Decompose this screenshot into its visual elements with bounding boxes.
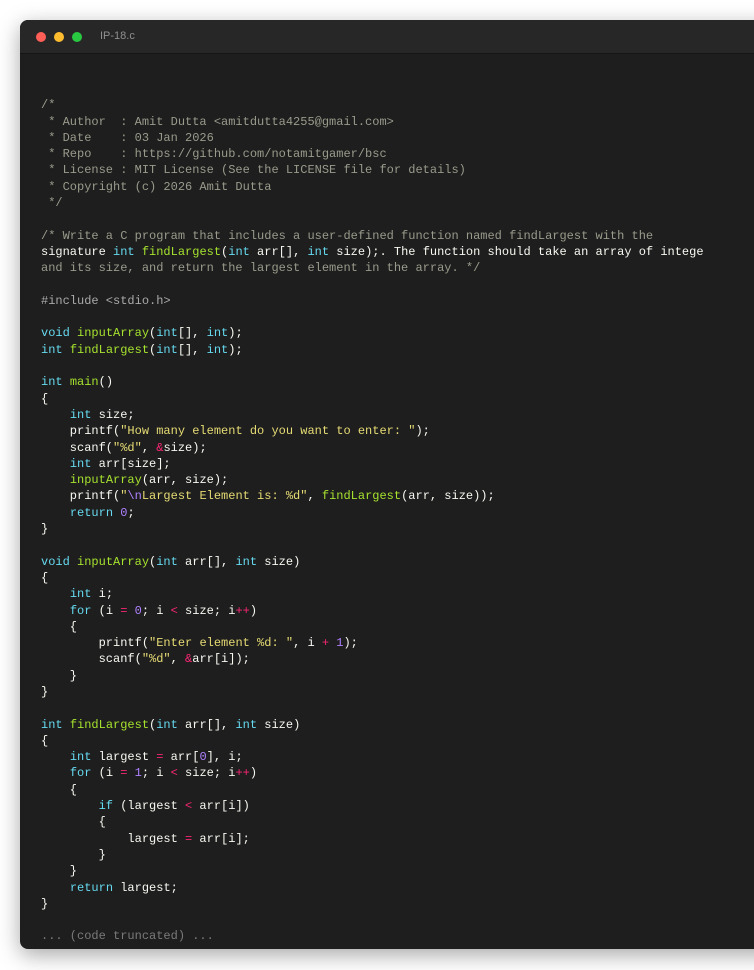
- title-bar: IP-18.c: [20, 20, 754, 54]
- code-line: * License : MIT License (See the LICENSE…: [41, 163, 466, 178]
- minimize-dot-icon[interactable]: [54, 32, 64, 42]
- code-line: return largest;: [69, 880, 178, 895]
- code-line: int largest = arr[0], i;: [69, 750, 243, 765]
- code-line: }: [41, 847, 106, 862]
- code-line: void inputArray(int arr[], int size): [41, 554, 301, 569]
- code-line: and its size, and return the largest ele…: [41, 261, 481, 276]
- close-dot-icon[interactable]: [36, 32, 46, 42]
- code-line: }: [41, 896, 49, 911]
- code-line: * Author : Amit Dutta <amitdutta4255@gma…: [41, 114, 394, 129]
- code-line: void inputArray(int[], int);: [41, 326, 243, 341]
- code-line: }: [41, 668, 78, 683]
- code-line: {: [41, 391, 49, 406]
- code-line: signature int findLargest(int arr[], int…: [41, 244, 704, 259]
- code-line: }: [41, 522, 49, 537]
- code-line: int i;: [69, 587, 114, 602]
- code-line: printf("Enter element %d: ", i + 1);: [41, 636, 358, 651]
- code-line: }: [41, 684, 49, 699]
- code-line: int arr[size];: [69, 456, 171, 471]
- code-line: {: [41, 619, 78, 634]
- code-line: scanf("%d", &size);: [41, 440, 207, 455]
- code-block: /* * Author : Amit Dutta <amitdutta4255@…: [41, 81, 704, 945]
- code-line: }: [41, 864, 78, 879]
- code-line: /*: [41, 98, 56, 113]
- code-line: ... (code truncated) ...: [41, 929, 214, 944]
- code-line: largest = arr[i];: [41, 831, 250, 846]
- code-line: /* Write a C program that includes a use…: [41, 228, 654, 243]
- code-line: int size;: [69, 407, 135, 422]
- code-line: {: [41, 815, 106, 830]
- code-line: {: [41, 782, 78, 797]
- code-line: int main(): [41, 375, 114, 390]
- code-line: {: [41, 733, 49, 748]
- code-line: if (largest < arr[i]): [98, 799, 250, 814]
- code-window: IP-18.c /* * Author : Amit Dutta <amitdu…: [20, 20, 754, 949]
- code-line: * Copyright (c) 2026 Amit Dutta: [41, 179, 272, 194]
- code-line: #include <stdio.h>: [41, 293, 171, 308]
- code-line: printf("\nLargest Element is: %d", findL…: [41, 489, 495, 504]
- code-line: {: [41, 570, 49, 585]
- code-line: * Repo : https://github.com/notamitgamer…: [41, 147, 387, 162]
- code-line: for (i = 1; i < size; i++): [69, 766, 258, 781]
- code-line: scanf("%d", &arr[i]);: [41, 652, 250, 667]
- code-line: * Date : 03 Jan 2026: [41, 130, 214, 145]
- window-title: IP-18.c: [100, 30, 135, 42]
- code-line: printf("How many element do you want to …: [41, 424, 430, 439]
- zoom-dot-icon[interactable]: [72, 32, 82, 42]
- code-line: */: [41, 196, 63, 211]
- code-line: return 0;: [69, 505, 135, 520]
- code-line: int findLargest(int[], int);: [41, 342, 243, 357]
- code-line: int findLargest(int arr[], int size): [41, 717, 301, 732]
- code-line: for (i = 0; i < size; i++): [69, 603, 258, 618]
- code-line: inputArray(arr, size);: [69, 473, 229, 488]
